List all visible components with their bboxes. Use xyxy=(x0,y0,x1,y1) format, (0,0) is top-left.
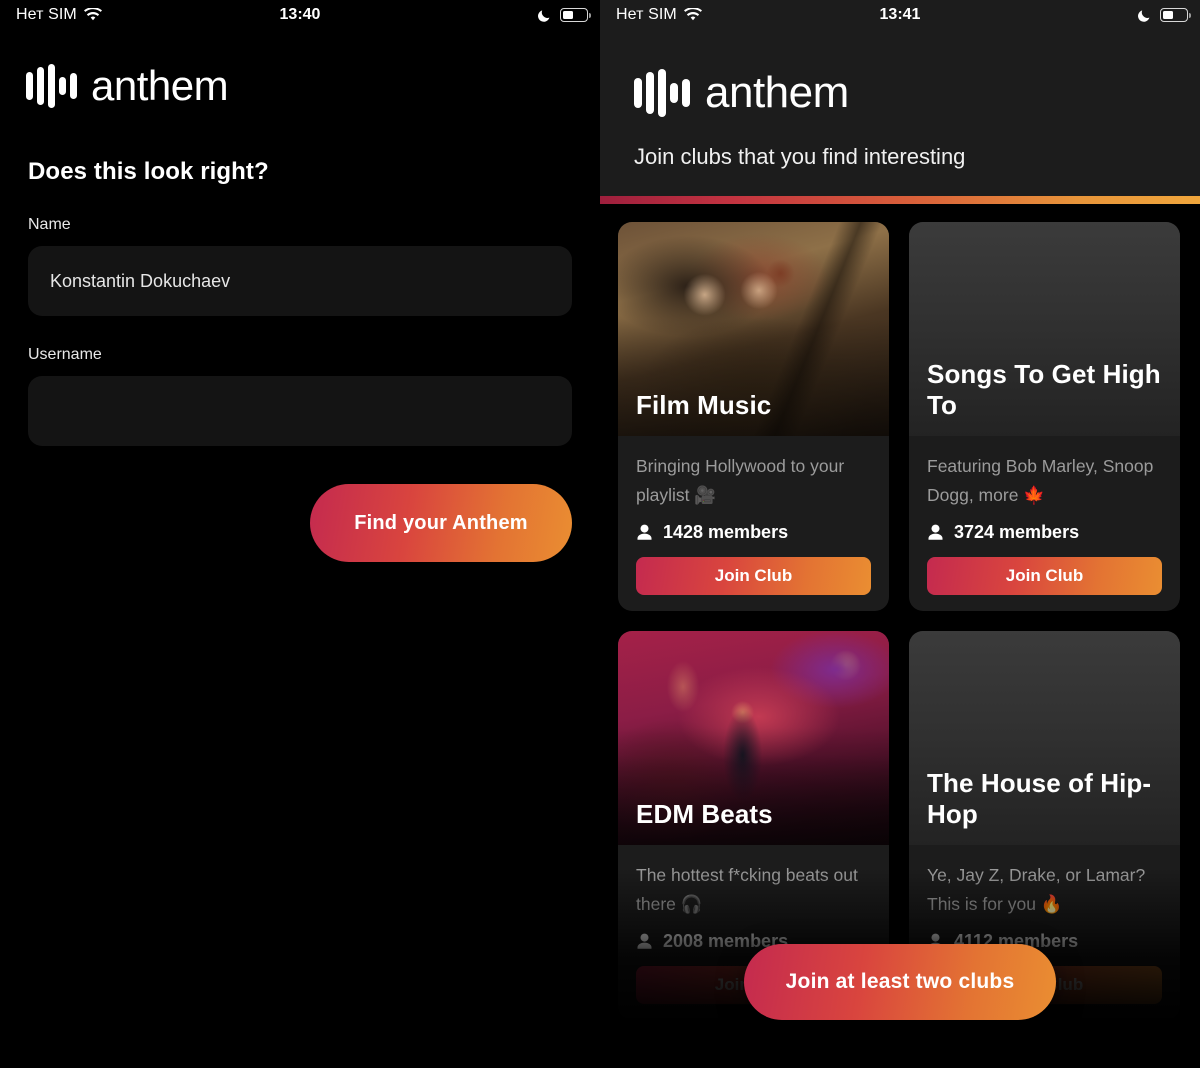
username-field-label: Username xyxy=(28,346,102,363)
club-cover-image: The House of Hip-Hop xyxy=(909,631,1180,845)
anthem-wordmark: anthem xyxy=(91,62,229,109)
club-title: EDM Beats xyxy=(636,799,773,830)
club-description: Featuring Bob Marley, Snoop Dogg, more 🍁 xyxy=(927,456,1154,505)
status-bar-right-group xyxy=(1137,8,1191,23)
join-club-button[interactable]: Join Club xyxy=(927,557,1162,595)
username-input[interactable] xyxy=(28,376,572,446)
club-member-count: 3724 members xyxy=(927,522,1162,543)
anthem-waveform-icon xyxy=(26,64,77,108)
status-bar-left-group: Нет SIM xyxy=(616,6,702,24)
person-icon xyxy=(927,524,944,541)
club-card-body: Featuring Bob Marley, Snoop Dogg, more 🍁… xyxy=(909,436,1180,611)
club-member-count-label: 1428 members xyxy=(663,522,789,542)
person-icon xyxy=(636,524,653,541)
right-header: Нет SIM 13:41 anthem Join clubs that you… xyxy=(600,0,1200,204)
right-status-bar: Нет SIM 13:41 xyxy=(600,0,1200,30)
club-title: Songs To Get High To xyxy=(927,358,1161,421)
club-card[interactable]: Film Music Bringing Hollywood to your pl… xyxy=(618,222,889,611)
club-member-count: 1428 members xyxy=(636,522,871,543)
carrier-label: Нет SIM xyxy=(16,6,77,23)
club-cover-image: Songs To Get High To xyxy=(909,222,1180,436)
anthem-wordmark: anthem xyxy=(705,68,849,117)
left-cta-container: Find your Anthem xyxy=(0,446,600,562)
page-title: Does this look right? xyxy=(28,158,269,185)
club-member-count-label: 3724 members xyxy=(954,522,1080,542)
right-brand-logo: anthem xyxy=(600,30,1200,118)
wifi-icon xyxy=(83,8,102,22)
club-title: The House of Hip-Hop xyxy=(927,767,1152,830)
name-field-label: Name xyxy=(28,216,71,233)
club-card-body: Bringing Hollywood to your playlist 🎥 14… xyxy=(618,436,889,611)
club-cover-image: Film Music xyxy=(618,222,889,436)
club-card[interactable]: Songs To Get High To Featuring Bob Marle… xyxy=(909,222,1180,611)
left-brand-logo: anthem xyxy=(0,30,600,110)
right-phone-screen: Нет SIM 13:41 anthem Join clubs that you… xyxy=(600,0,1200,1068)
moon-icon xyxy=(1137,8,1152,23)
left-phone-screen: Нет SIM 13:40 anthem Does this look righ… xyxy=(0,0,600,1068)
page-subtitle: Join clubs that you find interesting xyxy=(634,144,966,169)
wifi-icon xyxy=(683,8,702,22)
anthem-waveform-icon xyxy=(634,69,690,117)
club-description: The hottest f*cking beats out there 🎧 xyxy=(636,865,858,914)
status-bar-right-group xyxy=(537,8,591,23)
name-input[interactable] xyxy=(28,246,572,316)
club-description: Ye, Jay Z, Drake, or Lamar? This is for … xyxy=(927,865,1146,914)
floating-action-container: Join at least two clubs xyxy=(600,944,1200,1020)
join-club-button[interactable]: Join Club xyxy=(636,557,871,595)
club-card-grid: Film Music Bringing Hollywood to your pl… xyxy=(600,204,1200,1020)
dual-screenshot-root: Нет SIM 13:40 anthem Does this look righ… xyxy=(0,0,1200,1068)
status-bar-left-group: Нет SIM xyxy=(16,6,102,24)
club-title: Film Music xyxy=(636,390,772,421)
club-cover-image: EDM Beats xyxy=(618,631,889,845)
battery-icon xyxy=(1160,8,1191,22)
join-at-least-two-clubs-button[interactable]: Join at least two clubs xyxy=(743,944,1057,1020)
moon-icon xyxy=(537,8,552,23)
find-your-anthem-button[interactable]: Find your Anthem xyxy=(310,484,572,562)
club-description: Bringing Hollywood to your playlist 🎥 xyxy=(636,456,845,505)
battery-icon xyxy=(560,8,591,22)
carrier-label: Нет SIM xyxy=(616,6,677,23)
name-field-group: Name xyxy=(0,216,600,316)
username-field-group: Username xyxy=(0,346,600,446)
left-status-bar: Нет SIM 13:40 xyxy=(0,0,600,30)
header-gradient-divider xyxy=(600,196,1200,204)
